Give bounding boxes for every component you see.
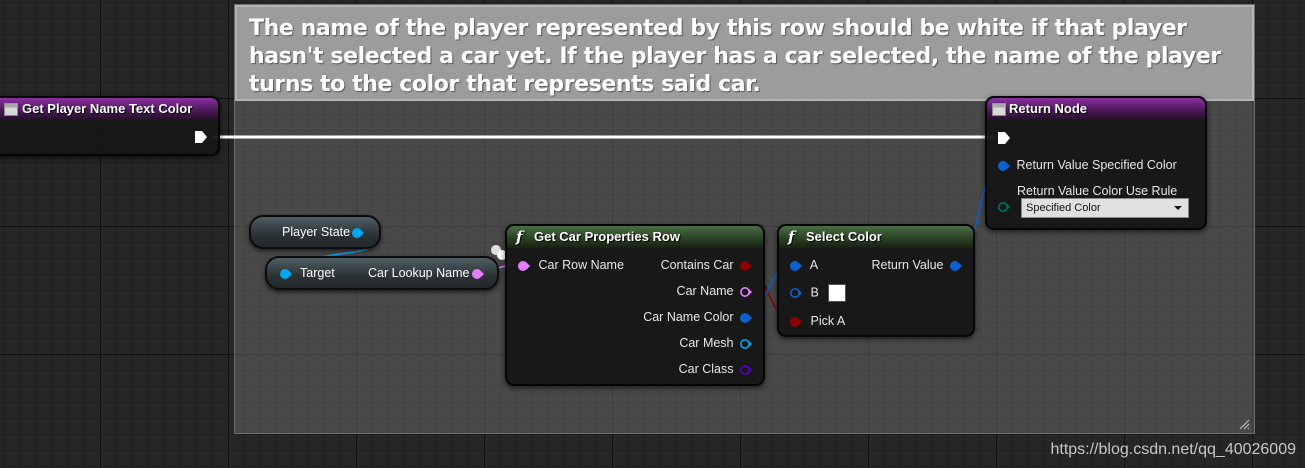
struct-pin-icon[interactable] [739, 312, 755, 324]
select-a-label: A [809, 258, 819, 272]
object-pin-icon[interactable] [739, 338, 755, 350]
select-b-label: B [810, 285, 819, 300]
string-pin-icon[interactable] [517, 260, 533, 272]
car-name-row[interactable]: Car Name [677, 283, 755, 299]
color-swatch-white[interactable] [828, 284, 847, 302]
get-car-properties-node[interactable]: f Get Car Properties Row Car Row Name Co… [505, 224, 765, 386]
select-a-row[interactable]: A [789, 257, 818, 273]
function-icon: f [788, 228, 795, 246]
return-node-header[interactable]: Return Node [987, 98, 1205, 120]
class-pin-icon[interactable] [739, 364, 755, 376]
entry-node-title: Get Player Name Text Color [22, 101, 193, 116]
target-pin-icon[interactable] [279, 268, 295, 280]
car-lookup-node[interactable]: Target Car Lookup Name [265, 256, 499, 290]
car-mesh-row[interactable]: Car Mesh [679, 335, 755, 351]
select-return-value-label: Return Value [871, 258, 944, 272]
return-color-rule-row[interactable]: Return Value Color Use Rule [997, 183, 1177, 213]
car-name-label: Car Name [676, 284, 734, 298]
string-pin-icon[interactable] [739, 286, 755, 298]
target-label: Target [300, 266, 335, 280]
return-node[interactable]: Return Node Return Value Specified Color… [985, 96, 1207, 230]
select-return-value-row[interactable]: Return Value [871, 257, 965, 273]
get-car-properties-title: Get Car Properties Row [534, 229, 680, 244]
select-color-header[interactable]: f Select Color [779, 226, 973, 248]
pick-a-label: Pick A [810, 314, 846, 328]
string-pin-icon[interactable] [471, 268, 487, 280]
enum-pin-icon[interactable] [997, 201, 1011, 213]
get-car-properties-header[interactable]: f Get Car Properties Row [507, 226, 763, 248]
entry-node[interactable]: Get Player Name Text Color [0, 96, 220, 156]
struct-pin-icon[interactable] [997, 160, 1011, 172]
bool-pin-icon[interactable] [739, 260, 755, 272]
contains-car-row[interactable]: Contains Car [661, 257, 755, 273]
pick-a-row[interactable]: Pick A [789, 313, 845, 329]
bool-pin-icon[interactable] [789, 316, 805, 328]
car-row-name-label: Car Row Name [538, 258, 624, 272]
struct-pin-icon[interactable] [789, 287, 805, 299]
car-name-color-row[interactable]: Car Name Color [643, 309, 755, 325]
contains-car-label: Contains Car [660, 258, 734, 272]
select-color-node[interactable]: f Select Color A B Pick A Return Value [777, 224, 975, 337]
return-color-rule-label: Return Value Color Use Rule [1017, 184, 1178, 198]
chevron-down-icon [1174, 206, 1182, 210]
car-name-color-label: Car Name Color [643, 310, 734, 324]
exec-out-pin[interactable] [194, 130, 208, 144]
player-state-node[interactable]: Player State [249, 215, 381, 249]
struct-pin-icon[interactable] [789, 260, 805, 272]
select-b-row[interactable]: B [789, 284, 847, 302]
struct-pin-icon[interactable] [949, 260, 965, 272]
return-node-icon [992, 103, 1006, 116]
car-lookup-label: Car Lookup Name [368, 266, 470, 280]
function-entry-icon [4, 103, 18, 116]
entry-node-header[interactable]: Get Player Name Text Color [0, 98, 218, 120]
car-row-name-row[interactable]: Car Row Name [517, 257, 624, 273]
return-node-title: Return Node [1009, 101, 1087, 116]
object-pin-icon[interactable] [351, 227, 367, 239]
car-mesh-label: Car Mesh [679, 336, 734, 350]
return-specified-color-row[interactable]: Return Value Specified Color [997, 157, 1177, 173]
select-color-title: Select Color [806, 229, 882, 244]
player-state-label: Player State [282, 225, 351, 239]
exec-in-pin[interactable] [997, 131, 1011, 145]
color-rule-dropdown-value: Specified Color [1026, 202, 1101, 214]
color-rule-dropdown[interactable]: Specified Color [1021, 198, 1189, 218]
car-class-label: Car Class [678, 362, 734, 376]
function-icon: f [516, 228, 523, 246]
return-specified-color-label: Return Value Specified Color [1016, 158, 1177, 172]
watermark: https://blog.csdn.net/qq_40026009 [1050, 441, 1296, 458]
car-class-row[interactable]: Car Class [679, 361, 755, 377]
